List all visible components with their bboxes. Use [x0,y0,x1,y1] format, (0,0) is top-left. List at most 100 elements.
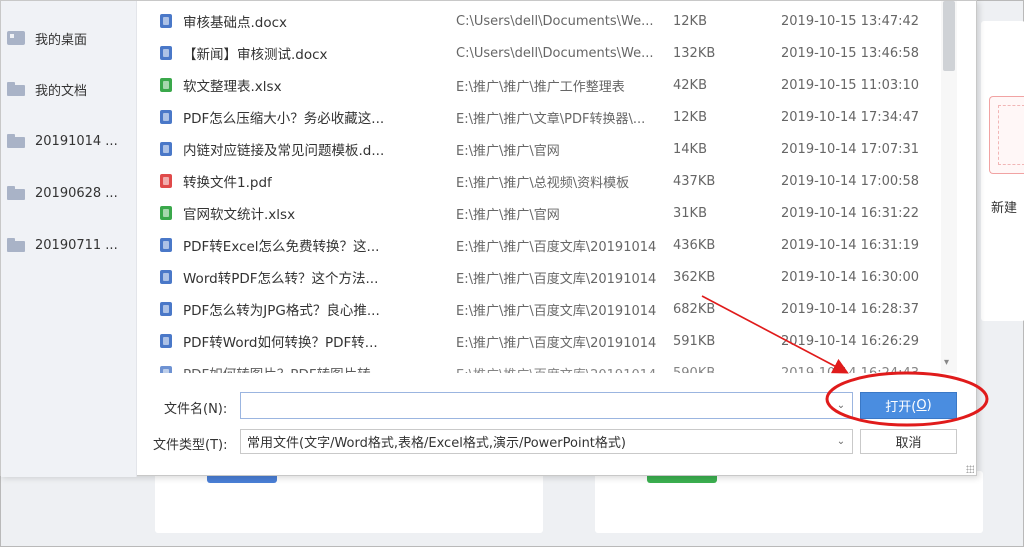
file-size: 437KB [673,173,716,189]
filename-label: 文件名(N): [164,402,228,417]
file-row[interactable]: 转换文件1.pdf E:\推广\推广\总视频\资料模板 437KB 2019-10-1… [138,165,941,197]
file-row[interactable]: PDF如何转图片？PDF转图片转... E:\推广\推广\百度文库\2019101… [138,357,941,373]
file-row[interactable]: 审核基础点.docx C:\Users\dell\Documents\We... 1… [138,5,941,37]
docx-file-icon [160,238,172,252]
docx-file-icon [160,334,172,348]
file-name: PDF转Word如何转换？PDF转... [183,335,378,351]
chevron-down-icon[interactable]: ⌄ [831,430,851,453]
sidebar-item-folder-20190628[interactable]: 20190628 ... [7,181,118,205]
file-date: 2019-10-14 17:00:58 [781,173,920,189]
file-name: PDF怎么转为JPG格式？良心推... [183,303,380,319]
sidebar-item-label: 我的桌面 [35,32,88,48]
folder-icon [7,134,25,148]
sidebar-item-label: 我的文档 [35,83,88,99]
file-row[interactable]: Word转PDF怎么转？这个方法... E:\推广\推广\百度文库\2019101… [138,261,941,293]
docx-file-icon [160,110,172,124]
folder-icon [7,186,25,200]
file-list[interactable]: 审核基础点.docx C:\Users\dell\Documents\We... 1… [138,1,941,373]
open-file-dialog: 我的桌面 我的文档 20191014 ... 20190628 ... 2019… [0,0,977,477]
scrollbar[interactable]: ▾ [941,1,957,373]
docx-file-icon [160,46,172,60]
cancel-button-label: 取消 [895,436,922,451]
file-name: PDF如何转图片？PDF转图片转... [183,363,403,373]
docx-file-icon [160,270,172,284]
chevron-down-icon[interactable]: ⌄ [831,394,851,417]
cancel-button[interactable]: 取消 [860,429,957,454]
open-button-label: 打开( [885,400,917,415]
file-date: 2019-10-15 13:47:42 [781,13,920,29]
file-path: E:\推广\推广\百度文库\20191014 [456,364,661,374]
sidebar-item-label: 20190628 ... [35,185,118,201]
sidebar-item-folder-20191014[interactable]: 20191014 ... [7,129,118,153]
file-size: 42KB [673,77,707,93]
file-name: Word转PDF怎么转？这个方法... [183,271,379,287]
file-name: PDF转Excel怎么免费转换？这... [183,239,380,255]
file-path: E:\推广\推广\百度文库\20191014 [456,239,657,255]
file-size: 12KB [673,13,707,29]
file-name: 【新闻】审核测试.docx [183,47,328,63]
desktop-icon [7,31,25,45]
folder-icon [7,238,25,252]
file-date: 2019-10-15 11:03:10 [781,77,920,93]
sidebar-item-label: 20191014 ... [35,133,118,149]
new-document-label: 新建 [991,201,1018,216]
file-row[interactable]: 官网软文统计.xlsx E:\推广\推广\官网 31KB 2019-10-14 16:… [138,197,941,229]
file-path: C:\Users\dell\Documents\We... [456,13,654,29]
file-row[interactable]: 【新闻】审核测试.docx C:\Users\dell\Documents\We.… [138,37,941,69]
docx-file-icon [160,14,172,28]
file-date: 2019-10-14 17:34:47 [781,109,920,125]
file-path: E:\推广\推广\百度文库\20191014 [456,335,657,351]
docx-file-icon [160,302,172,316]
new-document-tile[interactable] [989,96,1024,174]
file-date: 2019-10-14 16:26:29 [781,333,920,349]
sidebar-item-folder-20190711[interactable]: 20190711 ... [7,233,118,257]
file-name: 内链对应链接及常见问题模板.d... [183,143,385,159]
open-button[interactable]: 打开(O) [860,392,957,419]
file-path: E:\推广\推广\推广工作整理表 [456,79,625,95]
file-size: 436KB [673,237,716,253]
sidebar-item-desktop[interactable]: 我的桌面 [7,26,87,50]
file-row[interactable]: PDF转Excel怎么免费转换？这... E:\推广\推广\百度文库\201910… [138,229,941,261]
file-size: 362KB [673,269,716,285]
file-row[interactable]: PDF怎么转为JPG格式？良心推... E:\推广\推广\百度文库\2019101… [138,293,941,325]
sidebar: 我的桌面 我的文档 20191014 ... 20190628 ... 2019… [1,1,137,477]
scroll-down-icon[interactable]: ▾ [944,357,949,368]
sidebar-item-label: 20190711 ... [35,237,118,253]
open-button-label-close: ) [926,398,932,413]
filetype-select[interactable]: 常用文件(文字/Word格式,表格/Excel格式,演示/PowerPoint格… [240,429,853,454]
file-name: 审核基础点.docx [183,15,288,31]
file-path: E:\推广\推广\官网 [456,143,560,159]
file-row[interactable]: 内链对应链接及常见问题模板.d... E:\推广\推广\官网 14KB 2019-10… [138,133,941,165]
file-path: E:\推广\推广\总视频\资料模板 [456,175,630,191]
resize-grip-icon[interactable] [964,463,974,473]
file-size: 590KB [673,365,716,374]
file-date: 2019-10-15 13:46:58 [781,45,920,61]
file-path: E:\推广\推广\百度文库\20191014 [456,271,657,287]
file-size: 12KB [673,109,707,125]
file-path: E:\推广\推广\文章\PDF转换器\... [456,111,646,127]
pdf-file-icon [160,174,172,188]
docx-file-icon [160,142,172,156]
file-date: 2019-10-14 16:30:00 [781,269,920,285]
file-path: C:\Users\dell\Documents\We... [456,45,654,61]
file-name: 转换文件1.pdf [183,175,272,191]
file-row[interactable]: PDF转Word如何转换？PDF转... E:\推广\推广\百度文库\201910… [138,325,941,357]
file-date: 2019-10-14 17:07:31 [781,141,920,157]
file-size: 14KB [673,141,707,157]
file-size: 132KB [673,45,716,61]
xlsx-file-icon [160,78,172,92]
scroll-thumb[interactable] [943,1,955,71]
file-row[interactable]: 软文整理表.xlsx E:\推广\推广\推广工作整理表 42KB 2019-10-15… [138,69,941,101]
file-date: 2019-10-14 16:31:22 [781,205,920,221]
folder-icon [7,82,25,96]
file-name: 软文整理表.xlsx [183,79,282,95]
file-path: E:\推广\推广\百度文库\20191014 [456,303,657,319]
file-size: 682KB [673,301,716,317]
file-size: 591KB [673,333,716,349]
file-row[interactable]: PDF怎么压缩大小？务必收藏这... E:\推广\推广\文章\PDF转换器\...… [138,101,941,133]
filetype-label: 文件类型(T): [153,438,228,453]
filename-input[interactable] [240,392,853,419]
file-size: 31KB [673,205,707,221]
file-name: PDF怎么压缩大小？务必收藏这... [183,111,385,127]
sidebar-item-documents[interactable]: 我的文档 [7,77,87,101]
